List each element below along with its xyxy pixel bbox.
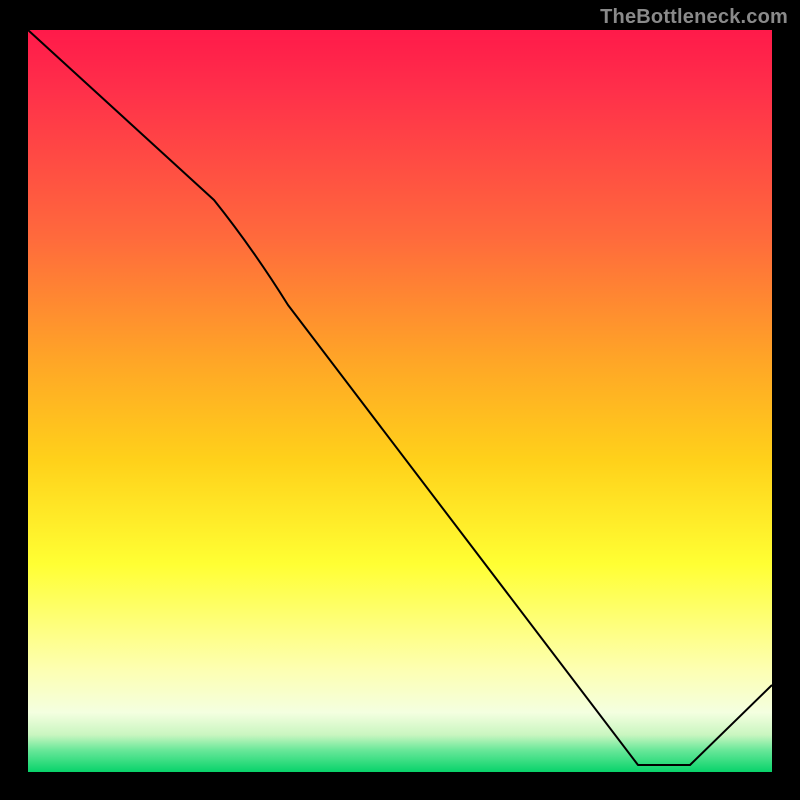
watermark-text: TheBottleneck.com [600, 6, 788, 29]
plot-svg [28, 30, 772, 772]
plot-area [28, 30, 772, 772]
gradient-background [28, 30, 772, 772]
chart-stage: TheBottleneck.com [0, 0, 800, 800]
